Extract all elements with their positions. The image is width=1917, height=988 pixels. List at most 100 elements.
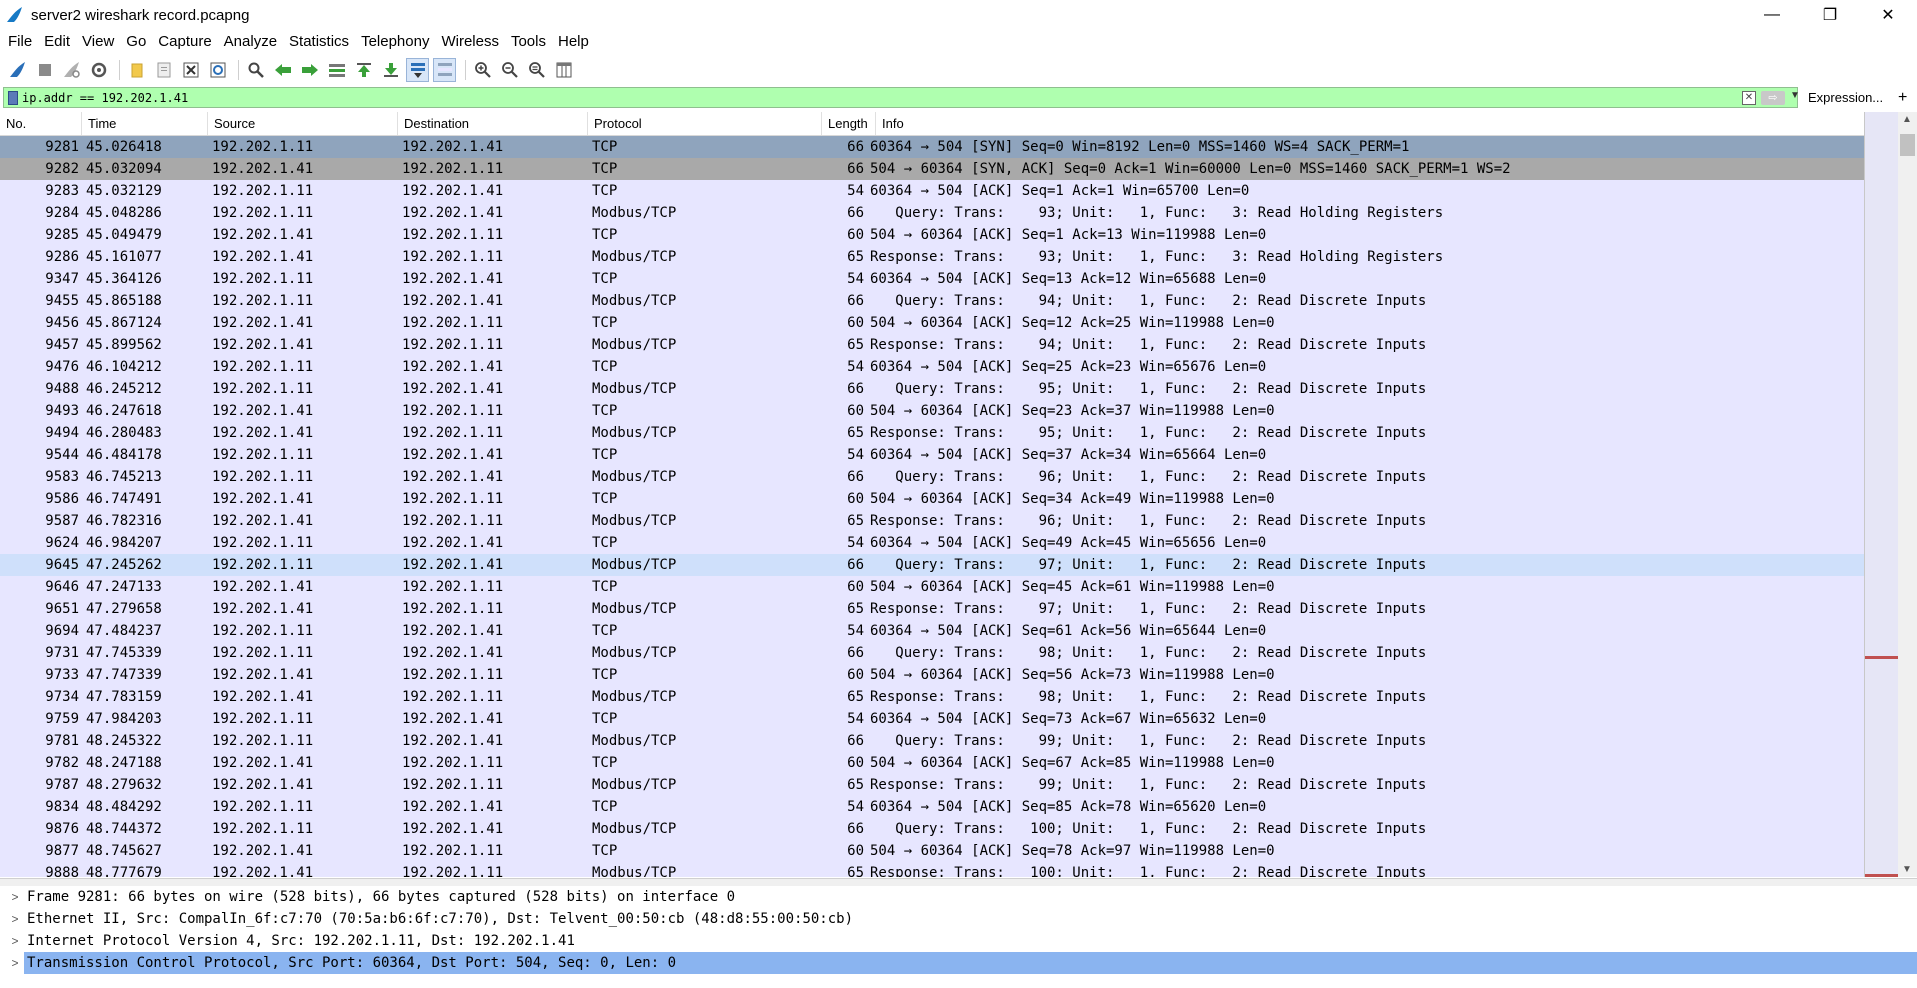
packet-row[interactable]: 9733 47.747339 192.202.1.41 192.202.1.11 TCP… [0, 664, 1864, 686]
go-to-packet-button[interactable] [325, 58, 348, 82]
chevron-right-icon[interactable]: > [6, 890, 24, 904]
last-packet-button[interactable] [379, 58, 402, 82]
column-header-destination[interactable]: Destination [398, 112, 588, 135]
packet-row[interactable]: 9787 48.279632 192.202.1.41 192.202.1.11 Mod… [0, 774, 1864, 796]
pane-splitter[interactable] [0, 878, 1917, 886]
menu-statistics[interactable]: Statistics [283, 30, 355, 54]
zoom-out-button[interactable] [498, 58, 521, 82]
packet-row[interactable]: 9455 45.865188 192.202.1.11 192.202.1.41 Mod… [0, 290, 1864, 312]
restart-capture-button[interactable] [60, 58, 83, 82]
expression-button[interactable]: Expression... [1808, 87, 1883, 108]
packet-row[interactable]: 9782 48.247188 192.202.1.41 192.202.1.11 TCP… [0, 752, 1864, 774]
packet-row[interactable]: 9624 46.984207 192.202.1.11 192.202.1.41 TCP… [0, 532, 1864, 554]
column-header-protocol[interactable]: Protocol [588, 112, 822, 135]
open-file-button[interactable] [125, 58, 148, 82]
detail-text: Internet Protocol Version 4, Src: 192.20… [27, 933, 575, 949]
resize-columns-button[interactable] [552, 58, 575, 82]
packet-row[interactable]: 9834 48.484292 192.202.1.11 192.202.1.41 TCP… [0, 796, 1864, 818]
stop-capture-button[interactable] [33, 58, 56, 82]
save-file-button[interactable] [152, 58, 175, 82]
packet-row[interactable]: 9544 46.484178 192.202.1.11 192.202.1.41 TCP… [0, 444, 1864, 466]
menu-view[interactable]: View [76, 30, 120, 54]
menu-edit[interactable]: Edit [38, 30, 76, 54]
menu-go[interactable]: Go [120, 30, 152, 54]
detail-row-ethernet[interactable]: > Ethernet II, Src: CompalIn_6f:c7:70 (7… [0, 908, 1917, 930]
packet-row[interactable]: 9888 48.777679 192.202.1.41 192.202.1.11 Mod… [0, 862, 1864, 877]
chevron-down-icon[interactable]: ▼ [1790, 90, 1800, 101]
close-file-button[interactable] [179, 58, 202, 82]
packet-row[interactable]: 9493 46.247618 192.202.1.41 192.202.1.11 TCP… [0, 400, 1864, 422]
normal-size-button[interactable] [525, 58, 548, 82]
packet-row[interactable]: 9285 45.049479 192.202.1.41 192.202.1.11 TCP… [0, 224, 1864, 246]
clear-filter-icon[interactable]: ✕ [1742, 91, 1756, 105]
packet-row[interactable]: 9583 46.745213 192.202.1.11 192.202.1.41 Mod… [0, 466, 1864, 488]
packet-row[interactable]: 9587 46.782316 192.202.1.41 192.202.1.11 Mod… [0, 510, 1864, 532]
column-header-length[interactable]: Length [822, 112, 876, 135]
find-packet-button[interactable] [244, 58, 267, 82]
scroll-up-icon[interactable]: ▲ [1902, 114, 1912, 125]
packet-row[interactable]: 9283 45.032129 192.202.1.11 192.202.1.41 TCP… [0, 180, 1864, 202]
chevron-right-icon[interactable]: > [6, 934, 24, 948]
add-filter-button[interactable]: + [1898, 87, 1907, 108]
packet-row[interactable]: 9877 48.745627 192.202.1.41 192.202.1.11 TCP… [0, 840, 1864, 862]
bookmark-icon[interactable] [8, 90, 18, 105]
column-header-time[interactable]: Time [82, 112, 208, 135]
packet-row[interactable]: 9281 45.026418 192.202.1.11 192.202.1.41 TCP… [0, 136, 1864, 158]
shark-fin-icon [9, 62, 25, 77]
auto-scroll-button[interactable] [406, 58, 429, 82]
packet-row[interactable]: 9286 45.161077 192.202.1.41 192.202.1.11 Mod… [0, 246, 1864, 268]
scroll-down-icon[interactable]: ▼ [1902, 864, 1912, 875]
packet-list-scrollbar[interactable]: ▲ ▼ [1898, 112, 1917, 877]
capture-options-button[interactable] [87, 58, 110, 82]
packet-row[interactable]: 9734 47.783159 192.202.1.41 192.202.1.11 Mod… [0, 686, 1864, 708]
reload-file-button[interactable] [206, 58, 229, 82]
detail-row-ipv4[interactable]: > Internet Protocol Version 4, Src: 192.… [0, 930, 1917, 952]
packet-row[interactable]: 9876 48.744372 192.202.1.11 192.202.1.41 Mod… [0, 818, 1864, 840]
scrollbar-thumb[interactable] [1900, 134, 1915, 156]
packet-no: 9286 [45, 249, 79, 265]
packet-row[interactable]: 9646 47.247133 192.202.1.41 192.202.1.11 TCP… [0, 576, 1864, 598]
menu-help[interactable]: Help [552, 30, 595, 54]
packet-row[interactable]: 9476 46.104212 192.202.1.11 192.202.1.41 TCP… [0, 356, 1864, 378]
apply-filter-icon[interactable]: ⇨ [1761, 91, 1785, 105]
menu-telephony[interactable]: Telephony [355, 30, 435, 54]
packet-row[interactable]: 9284 45.048286 192.202.1.11 192.202.1.41 Mod… [0, 202, 1864, 224]
packet-row[interactable]: 9694 47.484237 192.202.1.11 192.202.1.41 TCP… [0, 620, 1864, 642]
close-button[interactable]: ✕ [1859, 0, 1917, 30]
go-forward-button[interactable] [298, 58, 321, 82]
packet-row[interactable]: 9456 45.867124 192.202.1.41 192.202.1.11 TCP… [0, 312, 1864, 334]
menu-file[interactable]: File [2, 30, 38, 54]
packet-row[interactable]: 9347 45.364126 192.202.1.11 192.202.1.41 TCP… [0, 268, 1864, 290]
detail-row-frame[interactable]: > Frame 9281: 66 bytes on wire (528 bits… [0, 886, 1917, 908]
colorize-button[interactable] [433, 58, 456, 82]
display-filter-input[interactable]: ip.addr == 192.202.1.41 ✕ ⇨ ▼ [3, 87, 1800, 108]
display-filter-text[interactable]: ip.addr == 192.202.1.41 [22, 91, 188, 105]
start-capture-button[interactable] [6, 58, 29, 82]
column-header-info[interactable]: Info [876, 112, 1864, 135]
packet-row[interactable]: 9759 47.984203 192.202.1.11 192.202.1.41 TCP… [0, 708, 1864, 730]
menu-analyze[interactable]: Analyze [218, 30, 283, 54]
packet-row[interactable]: 9282 45.032094 192.202.1.41 192.202.1.11 TCP… [0, 158, 1864, 180]
minimize-button[interactable]: — [1743, 0, 1801, 30]
menu-capture[interactable]: Capture [152, 30, 217, 54]
menu-tools[interactable]: Tools [505, 30, 552, 54]
packet-row[interactable]: 9488 46.245212 192.202.1.11 192.202.1.41 Mod… [0, 378, 1864, 400]
column-header-no[interactable]: No. [0, 112, 82, 135]
packet-row[interactable]: 9731 47.745339 192.202.1.11 192.202.1.41 Mod… [0, 642, 1864, 664]
chevron-right-icon[interactable]: > [6, 956, 24, 970]
packet-row[interactable]: 9457 45.899562 192.202.1.41 192.202.1.11 Mod… [0, 334, 1864, 356]
detail-row-tcp[interactable]: > Transmission Control Protocol, Src Por… [0, 952, 1917, 974]
packet-row[interactable]: 9781 48.245322 192.202.1.11 192.202.1.41 Mod… [0, 730, 1864, 752]
zoom-in-button[interactable] [471, 58, 494, 82]
maximize-button[interactable]: ❐ [1801, 0, 1859, 30]
packet-row[interactable]: 9494 46.280483 192.202.1.41 192.202.1.11 Mod… [0, 422, 1864, 444]
packet-minimap[interactable] [1864, 112, 1899, 877]
packet-row[interactable]: 9586 46.747491 192.202.1.41 192.202.1.11 TCP… [0, 488, 1864, 510]
first-packet-button[interactable] [352, 58, 375, 82]
go-back-button[interactable] [271, 58, 294, 82]
packet-row[interactable]: 9651 47.279658 192.202.1.41 192.202.1.11 Mod… [0, 598, 1864, 620]
menu-wireless[interactable]: Wireless [435, 30, 505, 54]
column-header-source[interactable]: Source [208, 112, 398, 135]
chevron-right-icon[interactable]: > [6, 912, 24, 926]
packet-row[interactable]: 9645 47.245262 192.202.1.11 192.202.1.41 Mod… [0, 554, 1864, 576]
